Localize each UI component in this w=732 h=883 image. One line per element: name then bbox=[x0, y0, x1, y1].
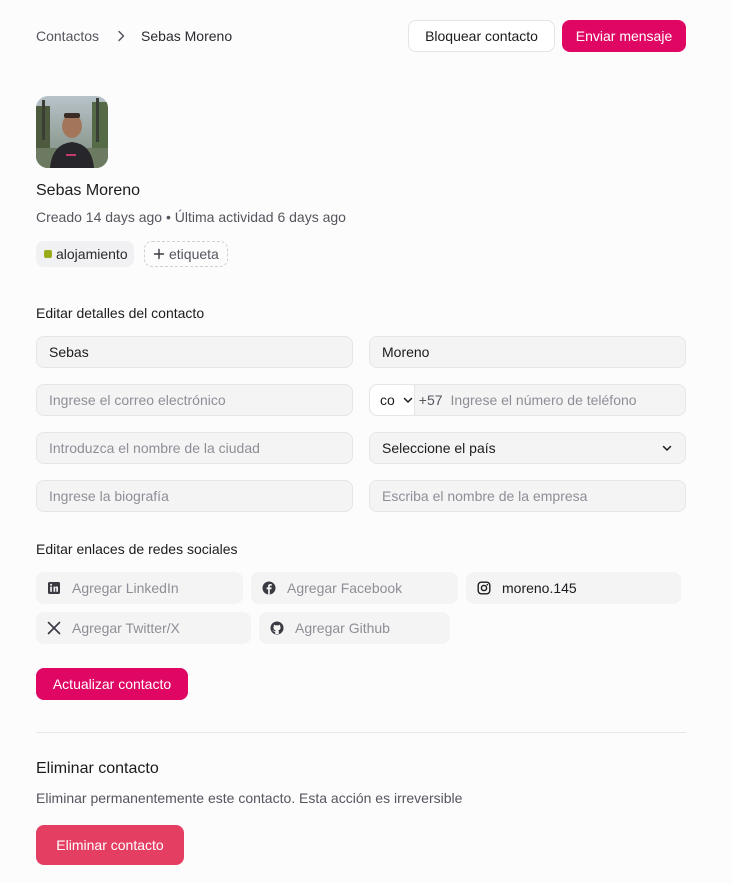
breadcrumb-contacts-link[interactable]: Contactos bbox=[36, 28, 99, 44]
delete-section-title: Eliminar contacto bbox=[36, 760, 159, 777]
x-twitter-icon bbox=[46, 620, 62, 636]
github-icon bbox=[269, 620, 285, 636]
tag-color-dot bbox=[44, 250, 52, 258]
dial-code: +57 bbox=[418, 392, 443, 408]
twitter-link-field[interactable]: Agregar Twitter/X bbox=[36, 612, 251, 644]
company-field[interactable] bbox=[369, 480, 686, 512]
send-message-button[interactable]: Enviar mensaje bbox=[562, 20, 686, 52]
facebook-placeholder: Agregar Facebook bbox=[287, 580, 403, 596]
breadcrumb: Contactos Sebas Moreno bbox=[36, 26, 232, 46]
github-link-field[interactable]: Agregar Github bbox=[259, 612, 450, 644]
twitter-placeholder: Agregar Twitter/X bbox=[72, 620, 180, 636]
instagram-link-field[interactable]: moreno.145 bbox=[466, 572, 681, 604]
add-tag-button[interactable]: etiqueta bbox=[144, 241, 228, 267]
breadcrumb-current: Sebas Moreno bbox=[141, 28, 233, 44]
delete-section-description: Eliminar permanentemente este contacto. … bbox=[36, 790, 463, 806]
first-name-field[interactable] bbox=[36, 336, 353, 368]
linkedin-placeholder: Agregar LinkedIn bbox=[72, 580, 179, 596]
phone-field[interactable]: co +57 bbox=[369, 384, 686, 416]
social-section-title: Editar enlaces de redes sociales bbox=[36, 541, 238, 557]
tag-chip[interactable]: alojamiento bbox=[36, 241, 134, 267]
phone-input[interactable] bbox=[450, 392, 685, 408]
plus-icon bbox=[153, 248, 165, 260]
company-input[interactable] bbox=[382, 488, 673, 504]
facebook-icon bbox=[261, 580, 277, 596]
country-code-select[interactable]: co bbox=[370, 385, 415, 415]
instagram-value: moreno.145 bbox=[502, 580, 577, 596]
chevron-right-icon bbox=[113, 28, 129, 44]
chevron-down-icon bbox=[402, 394, 414, 406]
block-contact-button[interactable]: Bloquear contacto bbox=[408, 20, 555, 52]
chevron-down-icon bbox=[661, 442, 673, 454]
bio-field[interactable] bbox=[36, 480, 353, 512]
contact-name: Sebas Moreno bbox=[36, 182, 141, 199]
delete-contact-button[interactable]: Eliminar contacto bbox=[36, 825, 184, 865]
linkedin-icon bbox=[46, 580, 62, 596]
update-contact-button[interactable]: Actualizar contacto bbox=[36, 668, 188, 700]
contact-activity-meta: Creado 14 days ago • Última actividad 6 … bbox=[36, 209, 346, 225]
last-name-input[interactable] bbox=[382, 344, 673, 360]
tag-label: alojamiento bbox=[56, 246, 128, 262]
facebook-link-field[interactable]: Agregar Facebook bbox=[251, 572, 458, 604]
email-field[interactable] bbox=[36, 384, 353, 416]
city-input[interactable] bbox=[49, 440, 340, 456]
github-placeholder: Agregar Github bbox=[295, 620, 390, 636]
country-code-value: co bbox=[380, 392, 395, 408]
instagram-icon bbox=[476, 580, 492, 596]
first-name-input[interactable] bbox=[49, 344, 340, 360]
country-select-value: Seleccione el país bbox=[382, 440, 496, 456]
bio-input[interactable] bbox=[49, 488, 340, 504]
avatar[interactable] bbox=[36, 96, 108, 168]
last-name-field[interactable] bbox=[369, 336, 686, 368]
details-section-title: Editar detalles del contacto bbox=[36, 305, 205, 321]
linkedin-link-field[interactable]: Agregar LinkedIn bbox=[36, 572, 243, 604]
add-tag-label: etiqueta bbox=[169, 246, 219, 262]
city-field[interactable] bbox=[36, 432, 353, 464]
email-input[interactable] bbox=[49, 392, 340, 408]
country-select[interactable]: Seleccione el país bbox=[369, 432, 686, 464]
section-divider bbox=[36, 732, 686, 733]
